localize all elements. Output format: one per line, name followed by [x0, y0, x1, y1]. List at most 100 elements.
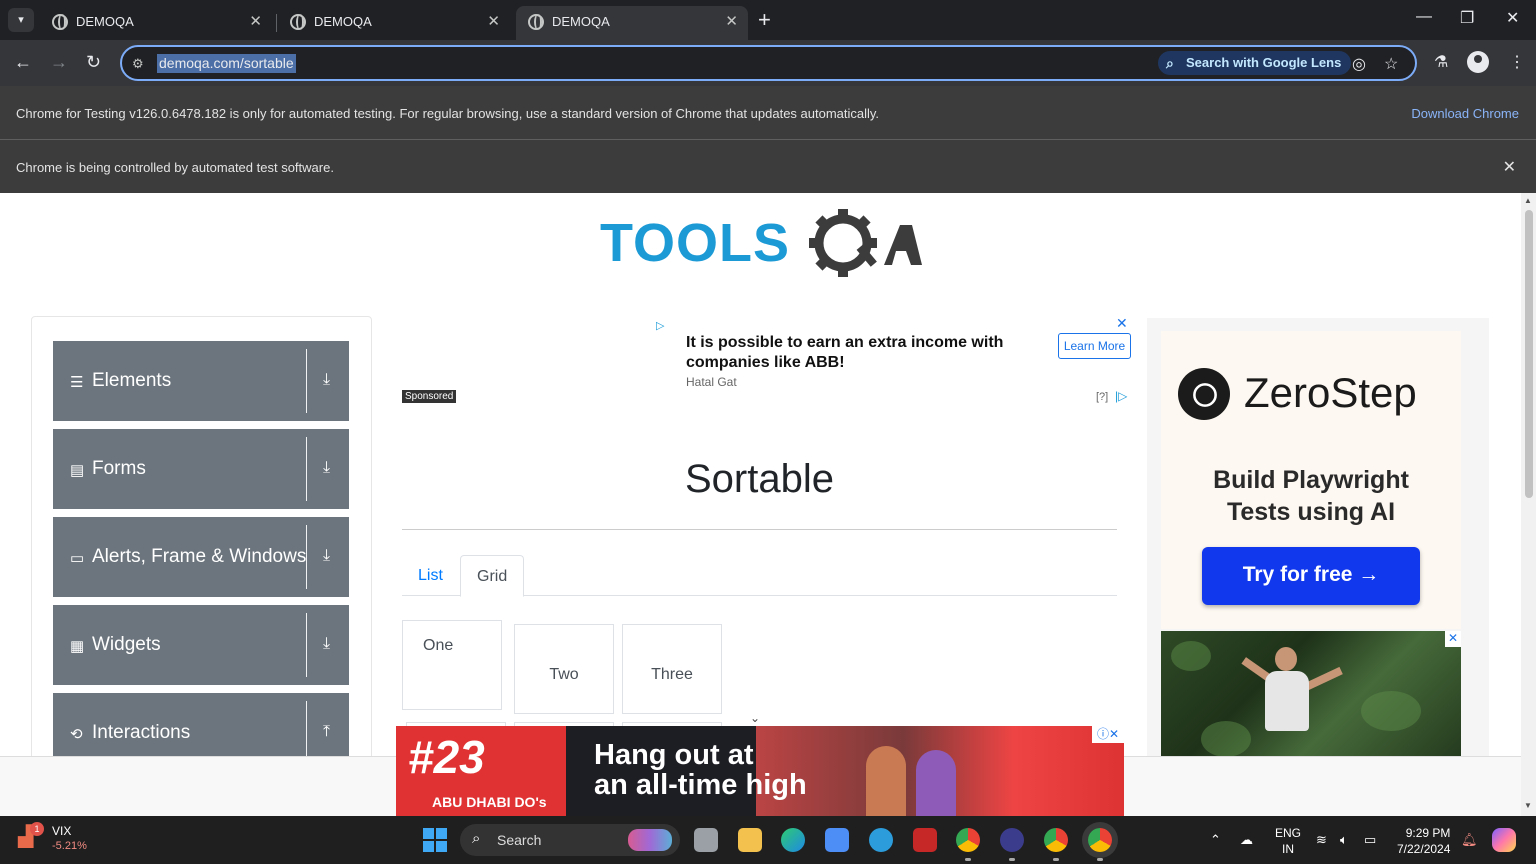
new-tab-button[interactable]: + [758, 7, 771, 33]
mcafee-icon[interactable] [913, 828, 937, 852]
sortable-tabs: List Grid [402, 555, 1117, 597]
page-scrollbar[interactable]: ▲ ▼ [1521, 193, 1536, 816]
search-icon: ⌕ [472, 830, 481, 847]
close-tab-icon[interactable]: ✕ [725, 12, 738, 30]
lens-label: Search with Google Lens [1186, 55, 1342, 70]
grid-item-three[interactable]: Three [622, 624, 722, 714]
svg-text:TOOLS: TOOLS [600, 213, 790, 273]
restore-icon[interactable]: ❐ [1460, 8, 1474, 28]
eclipse-icon[interactable] [1000, 828, 1024, 861]
grid-item-label: One [423, 637, 454, 654]
chevron-up-icon[interactable]: ⌃ [1210, 832, 1221, 848]
volume-icon[interactable]: 🔈︎ [1340, 832, 1348, 848]
widgets-icon: ▦ [70, 638, 85, 655]
ad-help-link[interactable]: [?] [1096, 391, 1108, 403]
download-arrow-icon[interactable]: ⤓ [323, 547, 330, 565]
scroll-up-icon[interactable]: ▲ [1524, 196, 1532, 205]
copilot-icon[interactable] [1492, 828, 1516, 852]
language-indicator[interactable]: ENG IN [1275, 825, 1301, 857]
address-bar[interactable]: ⚙ demoqa.com/sortable ⌕ Search with Goog… [120, 45, 1417, 81]
store-icon[interactable] [825, 828, 849, 852]
try-for-free-button[interactable]: Try for free → [1202, 547, 1420, 605]
onedrive-icon[interactable]: ☁ [1240, 832, 1253, 848]
chrome-test-icon[interactable] [1044, 828, 1068, 861]
eye-off-icon[interactable]: ◎ [1352, 54, 1366, 74]
tagline-line-1: Build Playwright [1213, 466, 1409, 494]
ad-banner-bottom[interactable]: #23 ABU DHABI DO's Hang out at an all-ti… [396, 726, 1124, 816]
close-infobar-icon[interactable]: ✕ [1503, 157, 1516, 177]
minimize-icon[interactable]: — [1416, 8, 1432, 26]
tab-title: DEMOQA [314, 14, 372, 29]
download-arrow-icon[interactable]: ⤓ [323, 459, 330, 477]
bookmark-star-icon[interactable]: ☆ [1384, 54, 1398, 74]
reload-icon[interactable]: ↻ [86, 52, 101, 73]
tab-search-button[interactable]: ▾ [8, 8, 34, 32]
forward-icon[interactable]: → [50, 52, 68, 73]
person-head [1275, 647, 1297, 671]
download-chrome-link[interactable]: Download Chrome [1411, 106, 1519, 121]
globe-icon [528, 14, 544, 30]
start-button[interactable] [423, 828, 447, 852]
download-arrow-icon[interactable]: ⤓ [323, 371, 330, 389]
grid-item-one[interactable]: One [402, 620, 502, 710]
tab-title: DEMOQA [552, 14, 610, 29]
chrome-icon[interactable] [956, 828, 980, 861]
tab-grid[interactable]: Grid [460, 555, 525, 597]
ad-banner-top[interactable]: ▷ It is possible to earn an extra income… [402, 315, 1132, 407]
title-divider [402, 529, 1117, 530]
sidebar-group-forms[interactable]: ▤ Forms ⤓ [53, 429, 349, 509]
browser-tab[interactable]: DEMOQA ✕ [40, 6, 272, 40]
file-explorer-icon[interactable] [738, 828, 762, 852]
more-menu-icon[interactable]: ⋮ [1509, 52, 1525, 72]
battery-icon[interactable]: ▭ [1364, 832, 1376, 848]
ad-close-icon[interactable]: ✕ [1445, 631, 1461, 647]
grid-item-label: Three [651, 666, 693, 683]
sidebar-group-widgets[interactable]: ▦ Widgets ⤓ [53, 605, 349, 685]
sidebar-group-alerts[interactable]: ▭ Alerts, Frame & Windows ⤓ [53, 517, 349, 597]
flask-icon[interactable]: ⚗ [1434, 52, 1448, 72]
browser-tab[interactable]: DEMOQA ✕ [278, 6, 510, 40]
help-icon[interactable] [869, 828, 893, 852]
ad-learn-more-button[interactable]: Learn More [1058, 333, 1131, 359]
close-window-icon[interactable]: ✕ [1506, 8, 1519, 28]
adchoices-icon[interactable]: |▷ [1115, 389, 1127, 403]
chevron-down-icon[interactable]: ⌄ [750, 711, 760, 725]
windows-logo-pane [423, 828, 434, 839]
globe-icon [290, 14, 306, 30]
system-clock[interactable]: 9:29 PM 7/22/2024 [1397, 825, 1450, 857]
edge-icon[interactable] [781, 828, 805, 852]
close-tab-icon[interactable]: ✕ [487, 12, 500, 30]
task-view-icon[interactable] [694, 828, 718, 852]
taskbar-search[interactable]: ⌕ Search [460, 824, 680, 856]
tab-divider [276, 14, 277, 32]
chrome-test-icon[interactable] [1088, 828, 1112, 861]
tab-list[interactable]: List [402, 555, 459, 596]
scrollbar-thumb[interactable] [1525, 210, 1533, 498]
ad-sidebar-right[interactable]: ZeroStep Build Playwright Tests using AI… [1147, 318, 1489, 816]
url-text[interactable]: demoqa.com/sortable [157, 54, 296, 73]
photo-ad-image[interactable]: ✕ [1161, 631, 1461, 771]
grid-item-two[interactable]: Two [514, 624, 614, 714]
automation-info-bar: Chrome is being controlled by automated … [0, 140, 1536, 193]
scroll-down-icon[interactable]: ▼ [1524, 801, 1532, 810]
browser-tab-active[interactable]: DEMOQA ✕ [516, 6, 748, 40]
adchoices-icon[interactable]: ▷ [656, 319, 664, 332]
ad-close-icon[interactable]: ✕ [1116, 315, 1128, 332]
download-arrow-icon[interactable]: ⤓ [323, 635, 330, 653]
wifi-icon[interactable]: ≋ [1316, 832, 1327, 848]
profile-avatar[interactable] [1467, 51, 1489, 73]
divider [306, 613, 307, 677]
notification-bell-icon[interactable]: 🔔︎ [1461, 832, 1478, 848]
sidebar-group-elements[interactable]: ☰ Elements ⤓ [53, 341, 349, 421]
zerostep-ad[interactable]: ZeroStep Build Playwright Tests using AI… [1161, 331, 1461, 629]
divider [306, 525, 307, 589]
widget-value: -5.21% [52, 840, 87, 852]
close-tab-icon[interactable]: ✕ [249, 12, 262, 30]
google-lens-button[interactable]: ⌕ Search with Google Lens [1158, 51, 1352, 75]
back-icon[interactable]: ← [14, 52, 32, 73]
ad-info-close-icon[interactable]: ⓘ✕ [1092, 726, 1124, 743]
ad-headline[interactable]: It is possible to earn an extra income w… [686, 333, 1026, 373]
site-info-icon[interactable]: ⚙ [132, 56, 144, 72]
toolsqa-logo[interactable]: TOOLS [600, 209, 922, 281]
upload-arrow-icon[interactable]: ⤒ [323, 723, 330, 741]
